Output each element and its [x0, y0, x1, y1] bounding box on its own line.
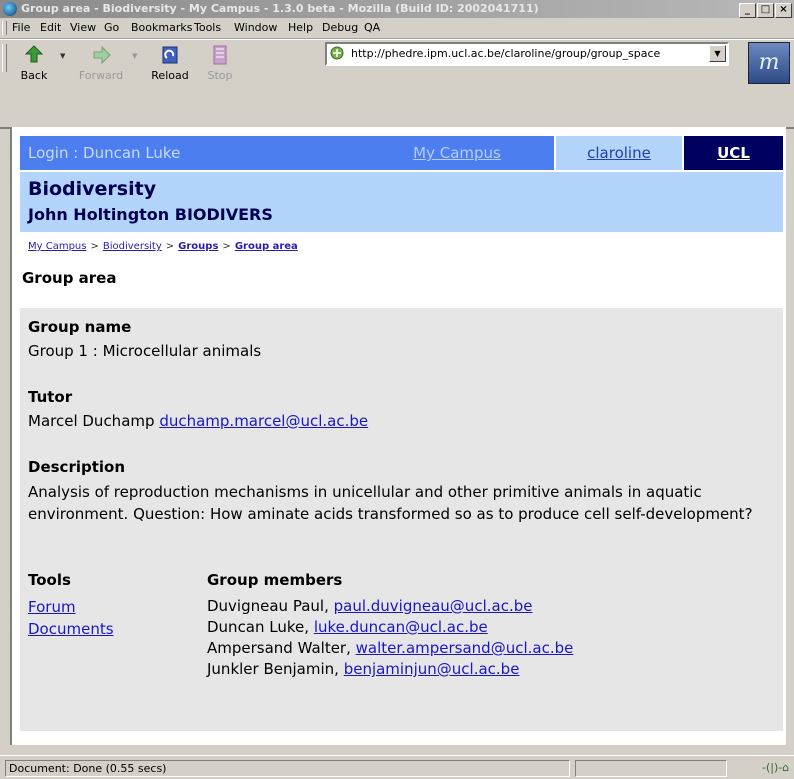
member-name: Junkler Benjamin,: [207, 660, 339, 678]
stop-label: Stop: [207, 69, 233, 82]
forward-button[interactable]: Forward: [76, 44, 126, 82]
list-item: Junkler Benjamin, benjaminjun@ucl.ac.be: [207, 659, 573, 680]
course-subtitle: John Holtington BIODIVERS: [28, 205, 273, 224]
menu-qa[interactable]: QA: [364, 21, 380, 34]
group-name-label: Group name: [28, 318, 132, 336]
stop-button[interactable]: Stop: [200, 44, 240, 82]
url-text[interactable]: http://phedre.ipm.ucl.ac.be/claroline/gr…: [351, 47, 699, 60]
minimize-button[interactable]: _: [739, 3, 756, 18]
status-bar: Document: Done (0.55 secs) -(|)-⌂: [0, 755, 794, 779]
maximize-button[interactable]: □: [757, 3, 774, 18]
group-name-value: Group 1 : Microcellular animals: [28, 342, 262, 360]
breadcrumb-mycampus[interactable]: My Campus: [28, 241, 86, 252]
description-text: Analysis of reproduction mechanisms in u…: [28, 483, 753, 523]
claroline-cell: claroline: [556, 136, 682, 170]
mycampus-cell: My Campus: [360, 136, 554, 170]
tools-list: Forum Documents: [28, 596, 114, 640]
close-button[interactable]: ×: [775, 3, 792, 18]
tools-label: Tools: [28, 571, 71, 589]
navigation-toolbar: Back ▼ Forward ▼ Reload Stop http://phed…: [0, 39, 794, 129]
member-email-link[interactable]: walter.ampersand@ucl.ac.be: [356, 639, 574, 657]
documents-link[interactable]: Documents: [28, 618, 114, 640]
breadcrumb-separator: >: [165, 241, 175, 252]
window-titlebar: Group area - Biodiversity - My Campus - …: [0, 0, 794, 18]
reload-icon: [162, 46, 178, 64]
stop-icon: [213, 45, 227, 65]
member-email-link[interactable]: luke.duncan@ucl.ac.be: [314, 618, 488, 636]
menu-bar: File Edit View Go Bookmarks Tools Window…: [0, 18, 794, 39]
course-title: Biodiversity: [28, 178, 157, 200]
member-name: Duvigneau Paul,: [207, 597, 329, 615]
back-label: Back: [20, 69, 48, 82]
menu-debug[interactable]: Debug: [322, 21, 358, 34]
back-history-dropdown[interactable]: ▼: [60, 52, 65, 60]
menu-go[interactable]: Go: [104, 21, 119, 34]
member-name: Duncan Luke,: [207, 618, 310, 636]
list-item: Ampersand Walter, walter.ampersand@ucl.a…: [207, 638, 573, 659]
menu-edit[interactable]: Edit: [40, 21, 61, 34]
menu-help[interactable]: Help: [288, 21, 313, 34]
member-name: Ampersand Walter,: [207, 639, 351, 657]
breadcrumb-separator: >: [90, 241, 99, 252]
back-button[interactable]: Back: [14, 44, 54, 82]
login-info: Login : Duncan Luke: [20, 136, 360, 170]
tutor-value: Marcel Duchamp duchamp.marcel@ucl.ac.be: [28, 412, 368, 430]
window-title: Group area - Biodiversity - My Campus - …: [21, 2, 539, 15]
menu-window[interactable]: Window: [234, 21, 277, 34]
reload-button[interactable]: Reload: [146, 44, 194, 82]
menu-tools[interactable]: Tools: [194, 21, 221, 34]
breadcrumb-group-area[interactable]: Group area: [235, 241, 298, 252]
toolbar-grip[interactable]: [2, 44, 7, 72]
online-status-icon[interactable]: -(|)-⌂: [762, 761, 789, 774]
breadcrumb: My Campus > Biodiversity > Groups > Group area: [28, 241, 298, 252]
list-item: Duvigneau Paul, paul.duvigneau@ucl.ac.be: [207, 596, 573, 617]
list-item: Duncan Luke, luke.duncan@ucl.ac.be: [207, 617, 573, 638]
description-label: Description: [28, 458, 126, 476]
breadcrumb-groups[interactable]: Groups: [178, 241, 218, 252]
menubar-grip[interactable]: [2, 21, 7, 35]
mozilla-throbber-logo[interactable]: m: [748, 42, 790, 84]
status-progress-panel: [575, 760, 727, 777]
forward-arrow-icon: [93, 45, 111, 65]
group-members-label: Group members: [207, 571, 343, 589]
menu-bookmarks[interactable]: Bookmarks: [131, 21, 192, 34]
url-bar[interactable]: http://phedre.ipm.ucl.ac.be/claroline/gr…: [325, 42, 729, 66]
page-title: Group area: [22, 269, 117, 287]
window-controls: _ □ ×: [738, 2, 792, 18]
claroline-link[interactable]: claroline: [587, 144, 651, 162]
forum-link[interactable]: Forum: [28, 596, 114, 618]
mycampus-link[interactable]: My Campus: [413, 144, 501, 162]
breadcrumb-separator: >: [222, 241, 231, 252]
page-proxy-icon: [330, 46, 344, 60]
course-header: Biodiversity John Holtington BIODIVERS: [20, 172, 783, 232]
tutor-email-link[interactable]: duchamp.marcel@ucl.ac.be: [159, 412, 368, 430]
campus-banner: Login : Duncan Luke My Campus claroline …: [20, 136, 783, 170]
back-arrow-icon: [24, 45, 44, 63]
menu-file[interactable]: File: [12, 21, 30, 34]
menu-view[interactable]: View: [70, 21, 96, 34]
forward-history-dropdown[interactable]: ▼: [132, 52, 137, 60]
ucl-link[interactable]: UCL: [684, 136, 783, 170]
group-members-list: Duvigneau Paul, paul.duvigneau@ucl.ac.be…: [207, 596, 573, 680]
breadcrumb-biodiversity[interactable]: Biodiversity: [103, 241, 162, 252]
url-history-dropdown[interactable]: ▼: [709, 45, 726, 62]
reload-label: Reload: [151, 69, 189, 82]
member-email-link[interactable]: benjaminjun@ucl.ac.be: [344, 660, 520, 678]
status-text: Document: Done (0.55 secs): [5, 760, 570, 777]
forward-label: Forward: [78, 69, 124, 82]
tutor-label: Tutor: [28, 388, 73, 406]
tutor-name: Marcel Duchamp: [28, 412, 155, 430]
member-email-link[interactable]: paul.duvigneau@ucl.ac.be: [334, 597, 533, 615]
mozilla-app-icon: [3, 2, 17, 16]
